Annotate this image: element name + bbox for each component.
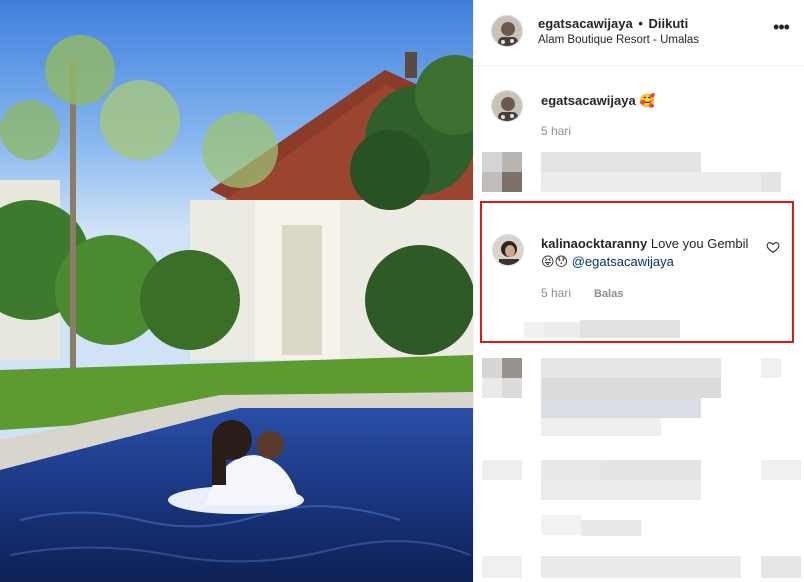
more-options-button[interactable]: •••: [771, 17, 791, 40]
author-avatar[interactable]: [491, 15, 523, 47]
caption-username[interactable]: egatsacawijaya: [541, 93, 636, 108]
pool-scene-illustration: [0, 0, 473, 582]
author-username[interactable]: egatsacawijaya: [538, 16, 633, 31]
post-location[interactable]: Alam Boutique Resort - Umalas: [538, 34, 699, 46]
caption-timestamp[interactable]: 5 hari: [541, 124, 571, 138]
caption-avatar[interactable]: [491, 90, 523, 122]
caption-emoji: 🥰: [639, 93, 656, 108]
follow-status[interactable]: Diikuti: [649, 16, 689, 31]
separator-dot: •: [638, 16, 643, 31]
post-header: egatsacawijaya • Diikuti Alam Boutique R…: [474, 0, 804, 66]
more-options-icon: •••: [773, 17, 790, 37]
comment-highlight-frame: [480, 201, 794, 343]
post-photo: [0, 0, 473, 582]
author-line: egatsacawijaya • Diikuti: [538, 16, 688, 31]
caption-text: egatsacawijaya 🥰: [541, 93, 656, 109]
